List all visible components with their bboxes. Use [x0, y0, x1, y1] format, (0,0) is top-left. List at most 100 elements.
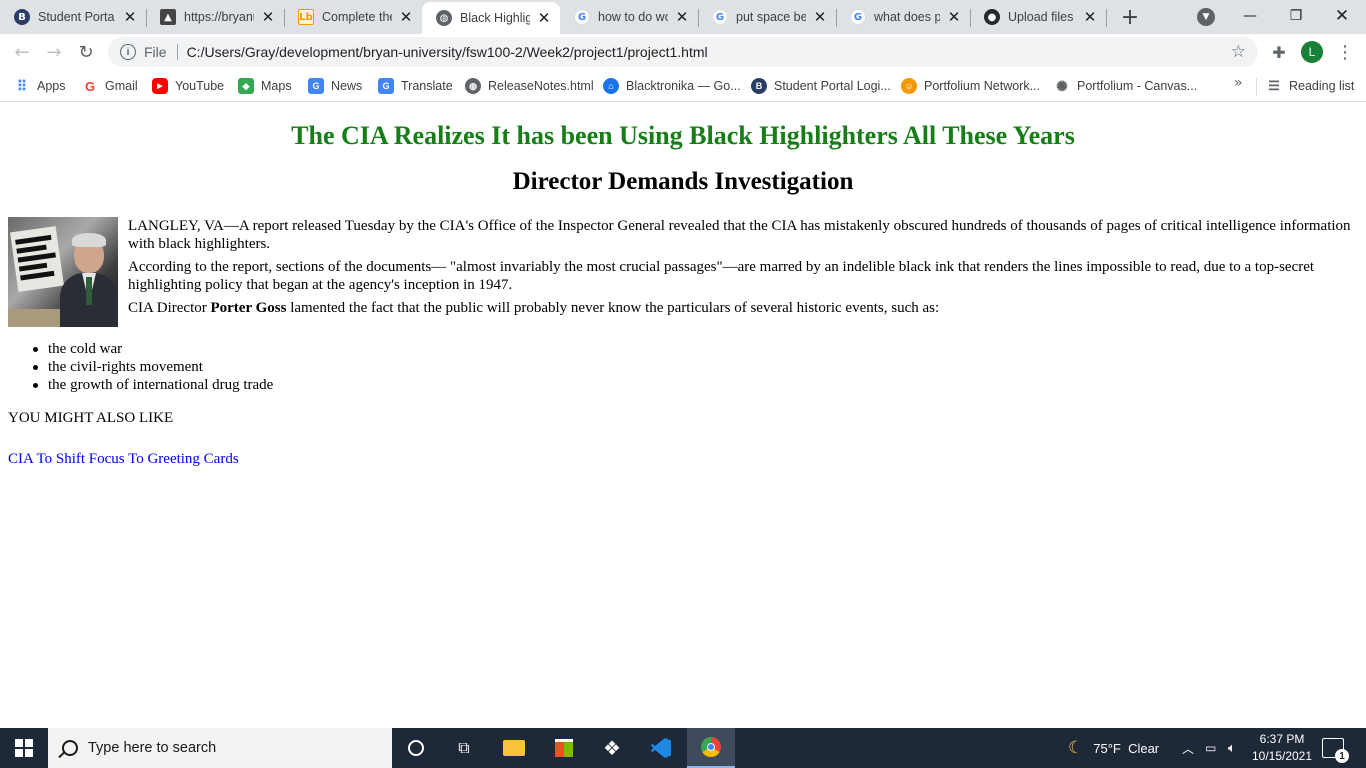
tab-title: Student Porta — [38, 10, 115, 24]
window-close-icon[interactable]: ✕ — [1319, 2, 1365, 30]
tab-title: https://bryanu — [184, 10, 254, 24]
file-explorer-icon[interactable] — [490, 728, 538, 768]
bookmark-star-icon[interactable]: ☆ — [1231, 42, 1246, 62]
bookmark-student-portal[interactable]: B Student Portal Logi... — [751, 76, 891, 96]
tab-how-to-do[interactable]: G how to do wo ✕ — [560, 0, 698, 34]
browser-toolbar: ← → ↻ i File C:/Users/Gray/development/b… — [0, 34, 1366, 70]
close-icon[interactable]: ✕ — [398, 8, 414, 26]
reading-list-label: Reading list — [1289, 79, 1355, 93]
back-arrow-icon[interactable]: ← — [8, 38, 36, 66]
tab-what-does[interactable]: G what does pa ✕ — [836, 0, 970, 34]
globe-icon: ◍ — [465, 78, 481, 94]
restore-icon[interactable]: ❐ — [1273, 2, 1319, 30]
bookmarks-bar: ⠿ Apps G Gmail ▶ YouTube ◆ Maps G News G… — [0, 70, 1366, 102]
address-url[interactable]: C:/Users/Gray/development/bryan-universi… — [187, 44, 708, 60]
tab-complete-the[interactable]: Lb Complete the ✕ — [284, 0, 422, 34]
battery-icon[interactable]: ▭ — [1205, 728, 1216, 768]
tab-title: put space bet — [736, 10, 806, 24]
forward-arrow-icon[interactable]: → — [40, 38, 68, 66]
show-hidden-icons-chevron-icon[interactable]: ︿ — [1182, 728, 1194, 768]
tab-student-portal[interactable]: B Student Porta ✕ — [0, 0, 146, 34]
google-icon: G — [712, 9, 728, 25]
close-icon[interactable]: ✕ — [946, 8, 962, 26]
portfolium-icon: ☺ — [901, 78, 917, 94]
volume-icon[interactable]: 🔈︎ — [1228, 728, 1236, 768]
paragraph-text: lamented the fact that the public will p… — [286, 300, 940, 316]
bookmark-youtube[interactable]: ▶ YouTube — [152, 76, 224, 96]
tab-put-space[interactable]: G put space bet ✕ — [698, 0, 836, 34]
article-subheadline: Director Demands Investigation — [512, 168, 854, 195]
address-bar[interactable]: i File C:/Users/Gray/development/bryan-u… — [108, 37, 1258, 67]
bookmark-translate[interactable]: G Translate — [378, 76, 453, 96]
address-scheme: File — [144, 44, 167, 60]
youtube-icon: ▶ — [152, 78, 168, 94]
close-icon[interactable]: ✕ — [260, 8, 276, 26]
close-icon[interactable]: ✕ — [812, 8, 828, 26]
globe-icon: ◍ — [436, 10, 452, 26]
mountain-favicon-icon: ▲ — [160, 9, 176, 25]
news-icon: G — [308, 78, 324, 94]
dropbox-icon[interactable]: ❖ — [588, 728, 636, 768]
bookmark-label: Gmail — [105, 79, 138, 93]
menu-kebab-icon[interactable]: ⋮ — [1334, 41, 1356, 63]
reading-list[interactable]: ☰ Reading list — [1266, 76, 1354, 96]
close-icon[interactable]: ✕ — [536, 9, 552, 27]
windows-start-icon[interactable] — [0, 728, 48, 768]
bookmark-portfolium-network[interactable]: ☺ Portfolium Network... — [901, 76, 1040, 96]
close-icon[interactable]: ✕ — [674, 8, 690, 26]
vscode-icon[interactable] — [637, 728, 685, 768]
bookmark-portfolium-canvas[interactable]: ✺ Portfolium - Canvas... — [1054, 76, 1197, 96]
notification-center-icon[interactable]: 1 — [1322, 738, 1349, 763]
tab-upload-files[interactable]: ● Upload files ✕ — [970, 0, 1106, 34]
tab-black-highlighters[interactable]: ◍ Black Highligh ✕ — [422, 2, 560, 34]
bookmark-label: Student Portal Logi... — [774, 79, 891, 93]
related-article-link[interactable]: CIA To Shift Focus To Greeting Cards — [8, 451, 239, 468]
paragraph-text: CIA Director — [128, 300, 211, 316]
bookmark-releasenotes[interactable]: ◍ ReleaseNotes.html — [465, 76, 594, 96]
bookmark-label: ReleaseNotes.html — [488, 79, 594, 93]
tab-bryanu[interactable]: ▲ https://bryanu ✕ — [146, 0, 284, 34]
store-icon[interactable] — [540, 728, 588, 768]
taskbar-clock[interactable]: 6:37 PM 10/15/2021 — [1244, 731, 1320, 765]
new-tab-plus-icon[interactable]: + — [1118, 5, 1142, 30]
director-name: Porter Goss — [210, 300, 287, 316]
bank-icon: ⌂ — [603, 78, 619, 94]
bookmark-gmail[interactable]: G Gmail — [82, 76, 138, 96]
chrome-icon[interactable] — [687, 728, 735, 768]
events-list: the cold war the civil-rights movement t… — [32, 340, 273, 394]
search-placeholder: Type here to search — [88, 740, 217, 756]
extensions-puzzle-icon[interactable]: ✚ — [1268, 41, 1290, 63]
reading-list-icon: ☰ — [1268, 78, 1280, 93]
bookmark-blacktronika[interactable]: ⌂ Blacktronika — Go... — [603, 76, 741, 96]
bookmark-maps[interactable]: ◆ Maps — [238, 76, 292, 96]
tab-title: Black Highligh — [460, 11, 530, 25]
article-paragraph: LANGLEY, VA—A report released Tuesday by… — [128, 218, 1351, 252]
minimize-icon[interactable]: — — [1227, 2, 1273, 30]
tab-search-chevron-icon[interactable]: ▼ — [1197, 8, 1215, 26]
bookmark-news[interactable]: G News — [308, 76, 362, 96]
google-icon: G — [850, 9, 866, 25]
reload-icon[interactable]: ↻ — [72, 38, 100, 66]
profile-avatar[interactable]: L — [1301, 41, 1323, 63]
director-photo — [8, 217, 118, 327]
close-icon[interactable]: ✕ — [122, 8, 138, 26]
bryan-university-icon: B — [14, 9, 30, 25]
apps-grid-icon: ⠿ — [16, 77, 28, 94]
task-view-icon[interactable]: ⧉ — [440, 728, 488, 768]
article-body: LANGLEY, VA—A report released Tuesday by… — [128, 217, 1358, 322]
tab-title: how to do wo — [598, 10, 668, 24]
windows-taskbar: Type here to search ⧉ ❖ ☾ 75°F Clear ︿ ▭… — [0, 728, 1366, 768]
page-content: The CIA Realizes It has been Using Black… — [0, 103, 1366, 728]
article-paragraph: According to the report, sections of the… — [128, 259, 1315, 293]
translate-icon: G — [378, 78, 394, 94]
more-bookmarks-chevron[interactable]: » — [1234, 75, 1243, 91]
info-icon[interactable]: i — [120, 44, 136, 60]
lb-favicon-icon: Lb — [298, 9, 314, 25]
photo-document — [10, 226, 64, 292]
weather-widget[interactable]: ☾ 75°F Clear — [1068, 728, 1159, 768]
close-icon[interactable]: ✕ — [1082, 8, 1098, 26]
bookmark-apps[interactable]: ⠿ Apps — [14, 76, 66, 96]
cortana-icon[interactable] — [392, 728, 440, 768]
taskbar-search-input[interactable]: Type here to search — [48, 728, 392, 768]
list-item: the cold war — [32, 340, 273, 358]
